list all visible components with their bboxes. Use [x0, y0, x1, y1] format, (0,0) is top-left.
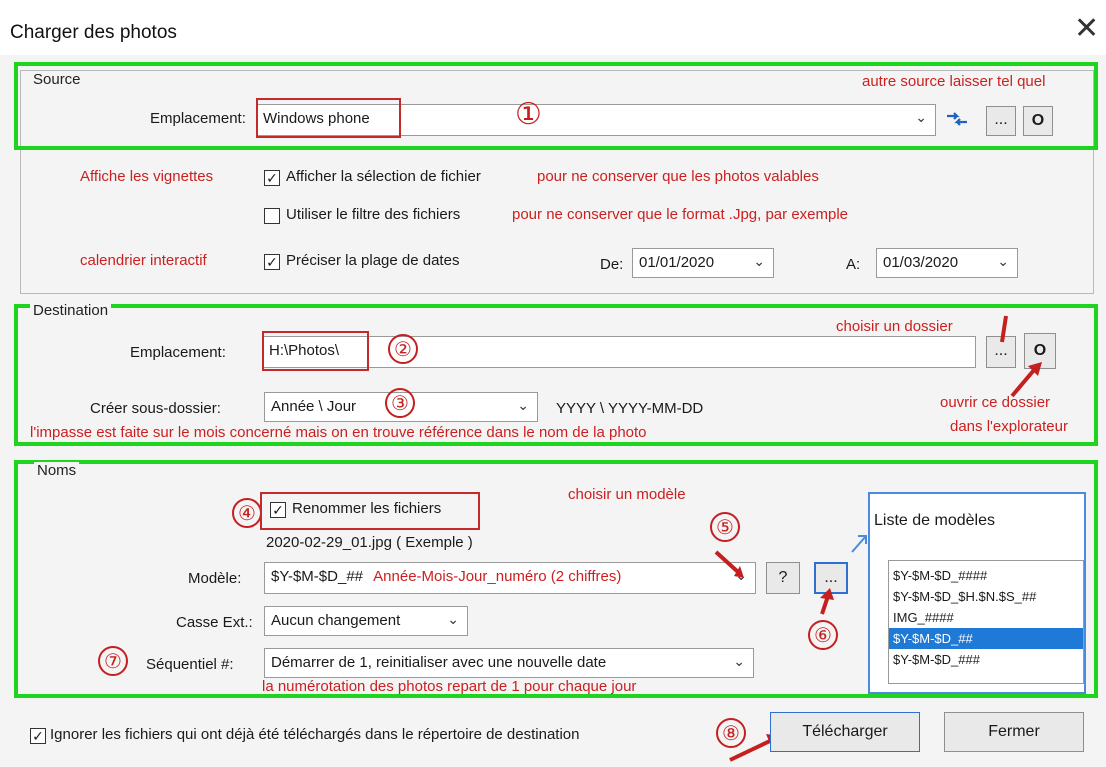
ignore-label: Ignorer les fichiers qui ont déjà été té… — [50, 726, 580, 743]
marker-8: ⑧ — [716, 718, 746, 748]
annotation-arrows — [714, 315, 1042, 762]
arrow-models-list — [851, 535, 867, 553]
download-button[interactable]: Télécharger — [770, 712, 920, 752]
arrow-choose-folder — [1000, 315, 1008, 343]
arrow-model-dropdown — [714, 550, 740, 574]
arrow-open-folder — [1010, 368, 1036, 398]
close-button[interactable]: Fermer — [944, 712, 1084, 752]
checkmark-icon: ✓ — [32, 728, 44, 744]
ignore-checkbox[interactable]: ✓ — [30, 728, 46, 744]
